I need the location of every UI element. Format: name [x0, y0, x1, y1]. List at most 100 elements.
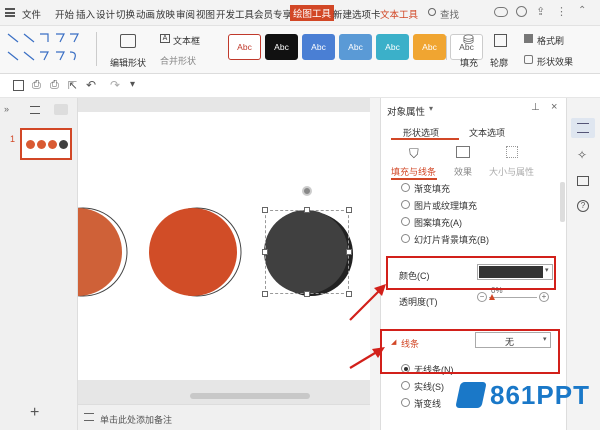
menu-file[interactable]: 文件: [22, 7, 41, 21]
resize-handle[interactable]: [262, 249, 268, 255]
shape-style-button[interactable]: Abc: [339, 34, 372, 60]
fill-option-picture[interactable]: 图片或纹理填充: [414, 199, 477, 212]
shape-effect-label[interactable]: 形状效果: [537, 55, 573, 68]
edit-shape-icon[interactable]: [120, 34, 136, 48]
subtab-size-property[interactable]: 大小与属性: [489, 165, 534, 178]
subtab-effect[interactable]: 效果: [454, 165, 472, 178]
menu-transition[interactable]: 切换: [116, 7, 135, 21]
canvas-scrollbar[interactable]: [190, 393, 310, 399]
menu-insert[interactable]: 插入: [76, 7, 95, 21]
menu-design[interactable]: 设计: [96, 7, 115, 21]
notes-placeholder[interactable]: 单击此处添加备注: [100, 413, 172, 426]
outline-view-icon[interactable]: [30, 106, 40, 114]
add-slide-button[interactable]: +: [30, 404, 39, 422]
cloud-icon[interactable]: [494, 7, 508, 17]
slide[interactable]: [34, 112, 370, 380]
textbox-label[interactable]: 文本框: [173, 34, 200, 47]
selection-box[interactable]: [265, 210, 349, 294]
fill-option-radio[interactable]: [401, 217, 410, 226]
menu-drawing-tools[interactable]: 绘图工具: [290, 5, 335, 21]
transparency-slider[interactable]: [489, 297, 537, 298]
undo-icon[interactable]: ↶: [86, 78, 96, 92]
menu-review[interactable]: 审阅: [176, 7, 195, 21]
menu-animation[interactable]: 动画: [136, 7, 155, 21]
fill-icon[interactable]: ⛁: [463, 32, 474, 48]
menu-developer[interactable]: 开发工具: [216, 7, 254, 21]
line-option-radio[interactable]: [401, 398, 410, 407]
user-icon[interactable]: [516, 6, 527, 17]
fill-option-radio[interactable]: [401, 200, 410, 209]
outline-icon[interactable]: [494, 34, 507, 47]
effect-icon[interactable]: [456, 146, 470, 158]
slide-thumbnail[interactable]: [20, 128, 72, 160]
fill-option-slide-bg[interactable]: 幻灯片背景填充(B): [414, 233, 489, 246]
shape-style-button[interactable]: Abc: [265, 34, 298, 60]
shape-style-button[interactable]: Abc: [302, 34, 335, 60]
shape-style-button[interactable]: Abc: [228, 34, 261, 60]
panel-collapse-icon[interactable]: »: [4, 104, 9, 114]
fill-option-gradient[interactable]: 渐变填充: [414, 182, 450, 195]
collapse-icon[interactable]: ⌃: [578, 5, 586, 16]
shape-style-button[interactable]: Abc: [413, 34, 446, 60]
transparency-minus[interactable]: −: [477, 292, 487, 302]
qa-more-icon[interactable]: ▾: [130, 79, 135, 90]
export-icon[interactable]: ⇱: [68, 79, 77, 92]
pin-icon[interactable]: ⊥: [531, 102, 540, 113]
edit-shape-label[interactable]: 编辑形状: [110, 56, 146, 69]
search-label[interactable]: 查找: [440, 7, 459, 21]
shape-effect-icon[interactable]: [524, 55, 533, 64]
transparency-plus[interactable]: +: [539, 292, 549, 302]
tab-text-options-label[interactable]: 文本选项: [469, 126, 505, 139]
help-icon[interactable]: ?: [577, 200, 589, 212]
format-painter-label[interactable]: 格式刷: [537, 34, 564, 47]
merge-shape-label[interactable]: 合并形状: [160, 54, 196, 67]
menu-home[interactable]: 开始: [55, 7, 74, 21]
annotation-box-color: [386, 256, 556, 290]
shape-style-button[interactable]: Abc: [376, 34, 409, 60]
line-option-solid[interactable]: 实线(S): [414, 380, 444, 393]
close-icon[interactable]: ×: [551, 101, 557, 113]
resize-handle[interactable]: [304, 291, 310, 297]
format-painter-icon[interactable]: [524, 34, 533, 43]
line-option-radio[interactable]: [401, 381, 410, 390]
save-icon[interactable]: [13, 80, 24, 91]
pane-title-dropdown-icon[interactable]: ▾: [429, 104, 433, 113]
menu-new-tab[interactable]: 新建选项卡: [333, 7, 381, 21]
fill-label[interactable]: 填充: [460, 56, 478, 69]
tab-shape-options-label[interactable]: 形状选项: [403, 126, 439, 139]
line-option-gradient[interactable]: 渐变线: [414, 397, 441, 410]
line-shapes-gallery[interactable]: [4, 30, 94, 68]
resize-handle[interactable]: [304, 207, 310, 213]
slide-view-icon[interactable]: [54, 104, 68, 115]
redo-icon[interactable]: ↷: [110, 78, 120, 92]
print-preview-icon[interactable]: ⎙: [32, 79, 41, 92]
menu-icon[interactable]: [5, 8, 15, 17]
fill-option-pattern[interactable]: 图案填充(A): [414, 216, 462, 229]
style-gallery-more[interactable]: [446, 36, 451, 60]
notes-bar[interactable]: 单击此处添加备注: [78, 404, 370, 430]
outline-label[interactable]: 轮廓: [490, 56, 508, 69]
magic-icon[interactable]: ✧: [577, 148, 587, 162]
search-icon[interactable]: [428, 8, 436, 16]
more-icon[interactable]: ⋮: [556, 5, 567, 18]
print-icon[interactable]: ⎙: [50, 79, 59, 92]
share-icon[interactable]: ⇪: [536, 5, 545, 18]
fill-line-icon[interactable]: ⛉: [409, 146, 419, 162]
menu-view[interactable]: 视图: [196, 7, 215, 21]
rotate-handle[interactable]: [302, 186, 312, 196]
fill-option-radio[interactable]: [401, 234, 410, 243]
menu-text-tools[interactable]: 文本工具: [380, 7, 418, 21]
resize-handle[interactable]: [262, 207, 268, 213]
fill-option-radio[interactable]: [401, 183, 410, 192]
subtab-fill-line[interactable]: 填充与线条: [391, 165, 436, 178]
resize-handle[interactable]: [346, 249, 352, 255]
menu-slideshow[interactable]: 放映: [156, 7, 175, 21]
resize-handle[interactable]: [262, 291, 268, 297]
gallery-scroll[interactable]: [96, 32, 102, 66]
textbox-icon[interactable]: A: [160, 34, 170, 43]
menu-member[interactable]: 会员专享: [254, 7, 292, 21]
size-property-icon[interactable]: [506, 146, 518, 158]
pane-scrollbar[interactable]: [560, 182, 565, 222]
layout-icon[interactable]: [577, 176, 589, 186]
resize-handle[interactable]: [346, 207, 352, 213]
